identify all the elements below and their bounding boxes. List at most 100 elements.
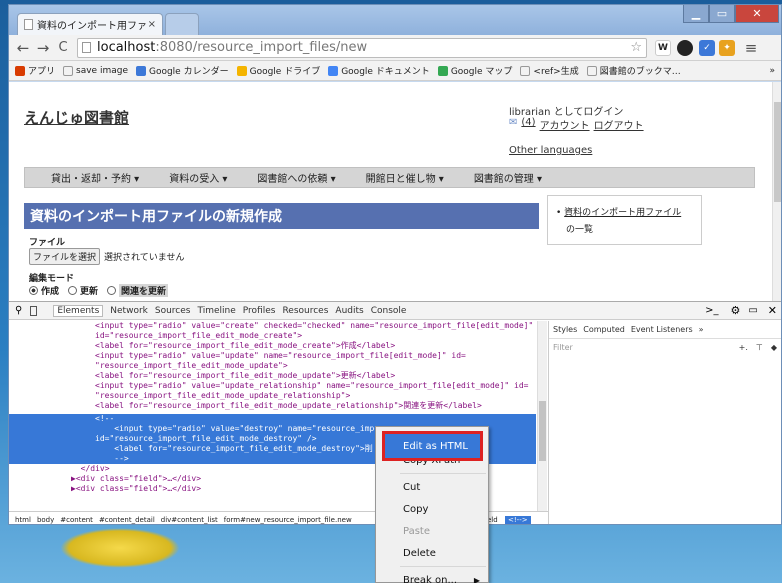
- file-status: 選択されていません: [104, 253, 185, 263]
- reload-icon[interactable]: C: [53, 40, 73, 55]
- drive-icon: [236, 65, 247, 76]
- menu-item-admin[interactable]: 図書館の管理 ▾: [474, 170, 542, 185]
- tab-timeline[interactable]: Timeline: [197, 306, 235, 316]
- inspect-icon[interactable]: ⚲: [15, 305, 22, 316]
- menu-separator: [400, 473, 486, 474]
- bookmark-item[interactable]: Google ドライブ: [236, 64, 320, 77]
- color-format-icon[interactable]: ◆: [771, 343, 777, 352]
- tab-event-listeners[interactable]: Event Listeners: [631, 325, 693, 334]
- page-scrollbar-thumb[interactable]: [774, 102, 781, 202]
- element-state-icon[interactable]: ⊤: [756, 343, 763, 352]
- maximize-icon[interactable]: ▭: [709, 5, 735, 23]
- dom-node-line[interactable]: id="resource_import_file_edit_mode_creat…: [9, 331, 536, 341]
- new-style-rule-icon[interactable]: +.: [739, 343, 748, 352]
- menu-icon[interactable]: ≡: [741, 39, 761, 57]
- minimize-icon[interactable]: ▁: [683, 5, 709, 23]
- tab-network[interactable]: Network: [110, 306, 148, 316]
- bookmark-star-icon[interactable]: ☆: [630, 40, 642, 55]
- radio-relationship[interactable]: [107, 286, 117, 295]
- browser-toolbar: ← → C localhost:8080/resource_import_fil…: [9, 35, 781, 61]
- tab-title: 資料のインポート用ファ: [37, 21, 147, 32]
- dom-node-line[interactable]: <input type="radio" value="update_relati…: [9, 381, 536, 391]
- radio-create-label: 作成: [41, 287, 60, 297]
- styles-filter-input[interactable]: Filter: [553, 343, 573, 352]
- tab-elements[interactable]: Elements: [53, 304, 104, 317]
- breadcrumb-content[interactable]: #content: [60, 516, 93, 524]
- more-tabs-icon[interactable]: »: [699, 325, 704, 334]
- logout-link[interactable]: ログアウト: [594, 117, 644, 132]
- tab-computed[interactable]: Computed: [583, 325, 625, 334]
- main-menu: 貸出・返却・予約 ▾ 資料の受入 ▾ 図書館への依頼 ▾ 開館日と催し物 ▾ 図…: [24, 167, 755, 188]
- back-icon[interactable]: ←: [13, 39, 33, 57]
- forward-icon[interactable]: →: [33, 39, 53, 57]
- dom-node-line[interactable]: <label for="resource_import_file_edit_mo…: [9, 341, 536, 351]
- dom-scrollbar-thumb[interactable]: [539, 401, 546, 461]
- tab-resources[interactable]: Resources: [282, 306, 328, 316]
- extension-check-icon[interactable]: ✓: [699, 39, 715, 56]
- tab-console[interactable]: Console: [371, 306, 407, 316]
- bookmark-item[interactable]: Google カレンダー: [135, 64, 229, 77]
- edit-as-html-highlight[interactable]: Edit as HTML: [382, 431, 483, 461]
- breadcrumb-body[interactable]: body: [37, 516, 54, 524]
- console-drawer-icon[interactable]: >_: [705, 305, 718, 316]
- tab-profiles[interactable]: Profiles: [243, 306, 276, 316]
- extension-circle-icon[interactable]: [677, 39, 693, 56]
- menu-item-cut[interactable]: Cut: [376, 476, 488, 498]
- dock-icon[interactable]: ▭: [748, 305, 757, 316]
- settings-gear-icon[interactable]: ⚙: [730, 304, 740, 317]
- bookmark-item[interactable]: Google マップ: [437, 64, 512, 77]
- address-bar[interactable]: localhost:8080/resource_import_files/new…: [77, 37, 647, 58]
- menu-item-acquisition[interactable]: 資料の受入 ▾: [169, 170, 227, 185]
- import-file-list-link-cont[interactable]: の一覧: [566, 220, 693, 240]
- bookmark-apps[interactable]: アプリ: [15, 64, 55, 77]
- tab-close-icon[interactable]: ×: [148, 19, 156, 30]
- bookmark-item[interactable]: save image: [63, 65, 128, 76]
- browser-tab[interactable]: 資料のインポート用ファ ×: [17, 13, 163, 35]
- menu-item-delete[interactable]: Delete: [376, 542, 488, 564]
- page-scrollbar[interactable]: [772, 82, 781, 301]
- breadcrumb-html[interactable]: html: [15, 516, 31, 524]
- bookmark-item[interactable]: Google ドキュメント: [328, 64, 430, 77]
- file-label: ファイル: [29, 238, 66, 248]
- breadcrumb-content-list[interactable]: div#content_list: [161, 516, 218, 524]
- other-languages-link[interactable]: Other languages: [509, 145, 592, 156]
- account-link[interactable]: アカウント: [540, 117, 590, 132]
- breadcrumb-content-detail[interactable]: #content_detail: [99, 516, 155, 524]
- dom-node-line[interactable]: <label for="resource_import_file_edit_mo…: [9, 371, 536, 381]
- menu-item-requests[interactable]: 図書館への依頼 ▾: [257, 170, 335, 185]
- dom-node-line[interactable]: <input type="radio" value="create" check…: [9, 321, 536, 331]
- tab-styles[interactable]: Styles: [553, 325, 577, 334]
- dom-node-line[interactable]: <!--: [9, 414, 536, 424]
- extension-puzzle-icon[interactable]: ✦: [719, 39, 735, 56]
- menu-item-copy[interactable]: Copy: [376, 498, 488, 520]
- radio-create[interactable]: [29, 286, 38, 295]
- menu-item-events[interactable]: 開館日と催し物 ▾: [366, 170, 444, 185]
- bookmarks-overflow-icon[interactable]: »: [769, 66, 775, 76]
- dom-node-line[interactable]: <input type="radio" value="update" name=…: [9, 351, 536, 361]
- page-heading: 資料のインポート用ファイルの新規作成: [24, 203, 539, 229]
- dom-node-line[interactable]: "resource_import_file_edit_mode_update_r…: [9, 391, 536, 401]
- extension-w-icon[interactable]: W: [655, 39, 671, 56]
- devtools-close-icon[interactable]: ✕: [768, 304, 777, 317]
- close-window-icon[interactable]: ✕: [735, 5, 779, 23]
- bookmark-item[interactable]: 図書館のブックマ…: [586, 64, 681, 77]
- breadcrumb-comment[interactable]: <!-->: [505, 515, 531, 524]
- device-icon[interactable]: [30, 305, 38, 316]
- messages-link[interactable]: (4): [521, 117, 535, 132]
- bookmark-item[interactable]: <ref>生成: [520, 64, 579, 77]
- radio-update[interactable]: [68, 286, 78, 295]
- dom-scrollbar[interactable]: [537, 321, 547, 511]
- dom-node-line[interactable]: "resource_import_file_edit_mode_update">: [9, 361, 536, 371]
- tab-sources[interactable]: Sources: [155, 306, 191, 316]
- import-file-list-link[interactable]: 資料のインポート用ファイル: [564, 208, 681, 218]
- menu-separator: [400, 566, 486, 567]
- choose-file-button[interactable]: ファイルを選択: [29, 248, 101, 265]
- menu-item-break-on[interactable]: Break on... ▶: [376, 569, 488, 583]
- dom-node-line[interactable]: <label for="resource_import_file_edit_mo…: [9, 401, 536, 411]
- site-title[interactable]: えんじゅ図書館: [24, 107, 129, 128]
- bookmarks-bar: アプリ save image Google カレンダー Google ドライブ …: [9, 61, 781, 81]
- tab-audits[interactable]: Audits: [335, 306, 363, 316]
- breadcrumb-form[interactable]: form#new_resource_import_file.new: [224, 516, 352, 524]
- new-tab-button[interactable]: [165, 13, 199, 35]
- menu-item-circulation[interactable]: 貸出・返却・予約 ▾: [51, 170, 139, 185]
